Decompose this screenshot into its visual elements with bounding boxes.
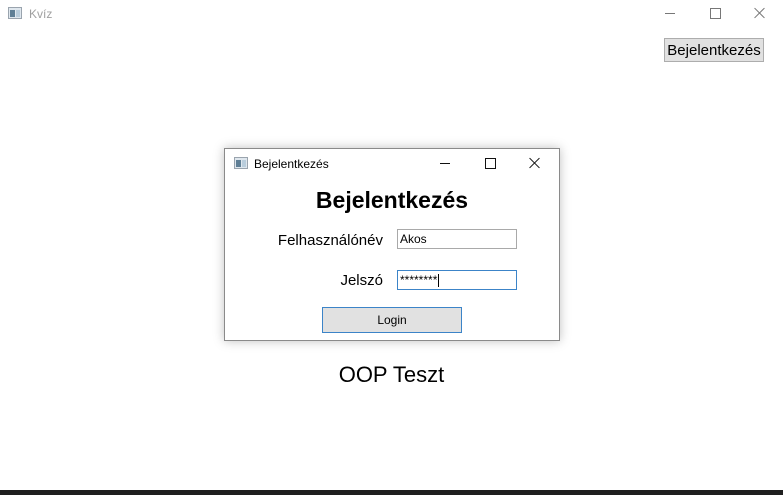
password-field[interactable]: ******** [397,270,517,290]
minimize-button[interactable] [650,0,690,26]
maximize-button[interactable] [695,0,735,26]
password-label: Jelszó [340,272,383,289]
minimize-icon [665,12,675,14]
login-dialog: Bejelentkezés Bejelentkezés Felhasználón… [224,148,560,341]
taskbar-strip [0,490,783,495]
dialog-maximize-button[interactable] [470,150,510,176]
maximize-icon [709,7,721,19]
open-login-button[interactable]: Bejelentkezés [664,38,764,62]
username-value: Akos [400,232,427,246]
app-window-icon [8,7,22,19]
app-window-icon [234,157,248,169]
dialog-title: Bejelentkezés [254,157,329,171]
close-button[interactable] [740,0,780,26]
username-label: Felhasználónév [277,232,383,249]
window-title: Kvíz [29,7,53,21]
dialog-minimize-button[interactable] [425,150,465,176]
dialog-close-button[interactable] [515,150,555,176]
text-caret [438,274,440,288]
dialog-heading: Bejelentkezés [315,187,469,213]
app-caption: OOP Teszt [338,362,445,387]
close-icon [529,157,541,169]
close-icon [754,7,766,19]
maximize-icon [484,157,496,169]
username-field[interactable]: Akos [397,229,517,249]
password-value: ******** [400,273,438,287]
minimize-icon [440,162,450,164]
login-button[interactable]: Login [322,307,462,333]
